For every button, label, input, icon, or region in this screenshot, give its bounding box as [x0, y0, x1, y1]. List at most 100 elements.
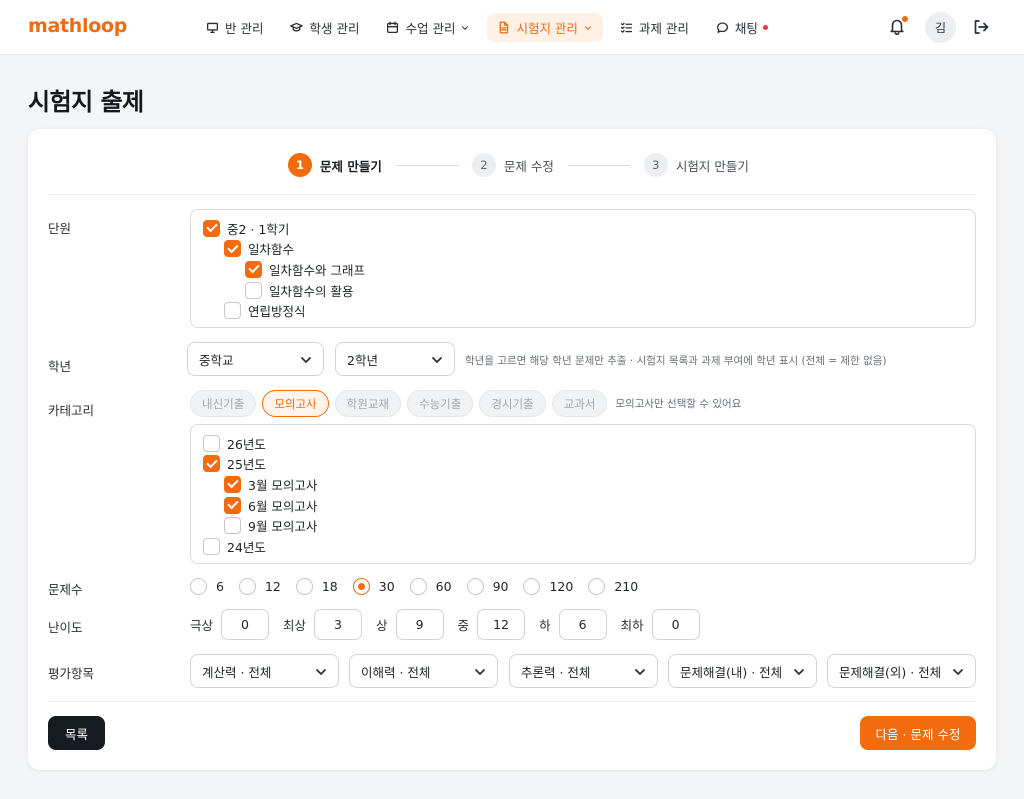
- radio-circle[interactable]: [190, 577, 207, 595]
- difficulty-input-extreme[interactable]: 0: [221, 609, 270, 640]
- radio-circle[interactable]: [466, 577, 484, 595]
- checkbox[interactable]: [224, 517, 241, 535]
- chip-csat-exam[interactable]: 수능기출: [406, 390, 474, 417]
- radio-count-30[interactable]: 30: [352, 577, 395, 595]
- step-connector: [395, 164, 458, 166]
- tree-item-linear-function[interactable]: 일차함수: [203, 239, 963, 260]
- checkbox[interactable]: [245, 260, 262, 278]
- tree-item-label: 25년도: [227, 457, 266, 473]
- chip-textbook[interactable]: 교과서: [551, 390, 608, 417]
- difficulty-input-lowest[interactable]: 0: [651, 609, 700, 640]
- tree-item-linear-graph[interactable]: 일차함수와 그래프: [203, 259, 963, 280]
- brand-logo[interactable]: mathloop: [28, 15, 127, 37]
- checklist-icon: [620, 22, 632, 33]
- radio-circle[interactable]: [352, 577, 370, 595]
- radio-label: 18: [321, 578, 338, 594]
- nav-item-chat[interactable]: 채팅: [706, 13, 778, 42]
- radio-count-6[interactable]: 6: [190, 577, 224, 595]
- radio-circle[interactable]: [295, 577, 313, 595]
- checkbox[interactable]: [224, 240, 241, 258]
- difficulty-level-label: 최상: [283, 618, 307, 633]
- chat-bubble-icon: [716, 22, 728, 33]
- step-make-questions: 1 문제 만들기: [288, 153, 382, 177]
- tree-item-linear-application[interactable]: 일차함수의 활용: [203, 280, 963, 301]
- calendar-icon: [387, 21, 399, 34]
- nav-item-label: 반 관리: [225, 21, 264, 36]
- school-select[interactable]: 중학교: [187, 342, 324, 376]
- nav-item-classes[interactable]: 반 관리: [196, 13, 273, 42]
- nav-item-label: 수업 관리: [405, 21, 456, 36]
- radio-circle[interactable]: [523, 577, 541, 595]
- calculation-select[interactable]: 계산력 · 전체: [190, 654, 339, 688]
- radio-count-18[interactable]: 18: [295, 577, 338, 595]
- nav-item-assignments[interactable]: 과제 관리: [610, 13, 699, 42]
- chevron-down-icon: [635, 669, 645, 675]
- graduation-cap-icon: [290, 22, 304, 32]
- logout-button[interactable]: [972, 18, 990, 39]
- checkbox[interactable]: [203, 455, 220, 473]
- radio-circle[interactable]: [238, 577, 256, 595]
- difficulty-level-label: 최하: [620, 618, 644, 633]
- radio-count-12[interactable]: 12: [238, 577, 281, 595]
- step-make-exam: 3 시험지 만들기: [643, 153, 749, 177]
- exam-builder-card: 1 문제 만들기 2 문제 수정 3 시험지 만들기 단원 중2 · 1학기 일…: [28, 129, 996, 770]
- radio-circle[interactable]: [409, 577, 427, 595]
- reasoning-select[interactable]: 추론력 · 전체: [509, 654, 658, 688]
- chevron-down-icon: [432, 357, 442, 363]
- tree-item-label: 6월 모의고사: [248, 498, 318, 514]
- radio-count-90[interactable]: 90: [466, 577, 509, 595]
- grade-select[interactable]: 2학년: [335, 342, 455, 376]
- chip-olympiad-exam[interactable]: 경시기출: [479, 390, 546, 417]
- problem-solving-external-select[interactable]: 문제해결(외) · 전체: [827, 654, 976, 688]
- tree-item-label: 24년도: [227, 539, 266, 555]
- tree-item-label: 일차함수와 그래프: [269, 262, 365, 278]
- checkbox[interactable]: [203, 219, 220, 237]
- problem-solving-internal-select[interactable]: 문제해결(내) · 전체: [668, 654, 817, 688]
- radio-count-210[interactable]: 210: [588, 577, 638, 595]
- tree-item-semester[interactable]: 중2 · 1학기: [203, 218, 963, 239]
- radio-circle[interactable]: [588, 577, 606, 595]
- checkbox[interactable]: [224, 475, 241, 493]
- category-hint: 모의고사만 선택할 수 있어요: [615, 398, 742, 410]
- select-value: 추론력 · 전체: [521, 664, 591, 680]
- checkbox[interactable]: [224, 496, 241, 514]
- tree-item-2025[interactable]: 25년도: [203, 454, 963, 475]
- notifications-button[interactable]: [888, 16, 908, 37]
- difficulty-input-high[interactable]: 9: [395, 609, 444, 640]
- radio-count-120[interactable]: 120: [523, 577, 573, 595]
- step-number: 2: [471, 153, 496, 177]
- chip-academy-book[interactable]: 학원교재: [334, 390, 401, 417]
- radio-count-60[interactable]: 60: [409, 577, 452, 595]
- checkbox[interactable]: [245, 281, 262, 299]
- step-edit-questions: 2 문제 수정: [471, 153, 554, 177]
- tree-item-2024[interactable]: 24년도: [203, 536, 963, 557]
- tree-item-september-mock[interactable]: 9월 모의고사: [203, 515, 963, 536]
- nav-item-exams[interactable]: 시험지 관리: [487, 13, 603, 42]
- monitor-icon: [206, 22, 219, 34]
- understanding-select[interactable]: 이해력 · 전체: [349, 654, 498, 688]
- next-button[interactable]: 다음 · 문제 수정: [860, 716, 976, 750]
- count-label: 문제수: [48, 582, 83, 597]
- tree-item-simultaneous-equations[interactable]: 연립방정식: [203, 300, 963, 321]
- radio-label: 90: [492, 578, 509, 594]
- notification-dot: [902, 16, 908, 22]
- difficulty-input-low[interactable]: 6: [558, 609, 607, 640]
- tree-item-label: 연립방정식: [248, 304, 306, 320]
- nav-item-lessons[interactable]: 수업 관리: [376, 13, 480, 42]
- tree-item-2026[interactable]: 26년도: [203, 433, 963, 454]
- checkbox[interactable]: [203, 537, 220, 555]
- checkbox[interactable]: [203, 434, 220, 452]
- nav-item-label: 시험지 관리: [516, 21, 578, 36]
- main-nav: 반 관리 학생 관리 수업 관리 시험지 관리 과제 관리 채팅: [196, 13, 785, 42]
- list-button[interactable]: 목록: [48, 716, 105, 750]
- difficulty-input-highest[interactable]: 3: [314, 609, 363, 640]
- difficulty-input-medium[interactable]: 12: [477, 609, 526, 640]
- nav-item-students[interactable]: 학생 관리: [280, 13, 369, 42]
- checkbox[interactable]: [224, 302, 241, 320]
- avatar[interactable]: 김: [925, 12, 956, 43]
- chip-mock-exam[interactable]: 모의고사: [262, 390, 329, 417]
- tree-item-march-mock[interactable]: 3월 모의고사: [203, 474, 963, 495]
- chip-school-exam[interactable]: 내신기출: [190, 390, 257, 417]
- tree-item-june-mock[interactable]: 6월 모의고사: [203, 495, 963, 516]
- chevron-down-icon: [584, 25, 591, 30]
